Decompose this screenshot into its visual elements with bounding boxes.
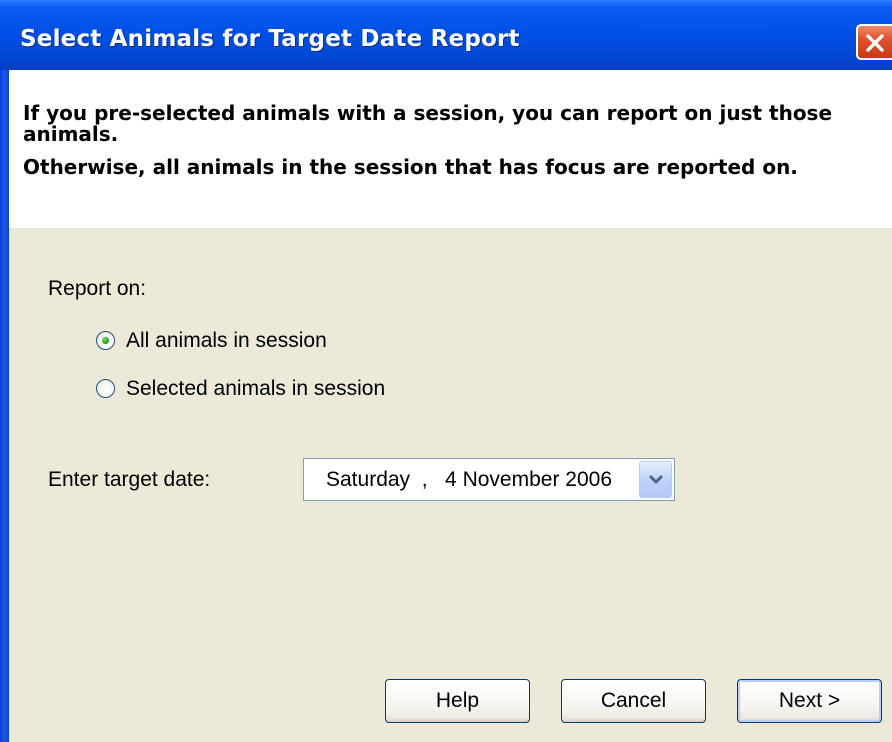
- close-button[interactable]: [856, 24, 892, 60]
- cancel-button[interactable]: Cancel: [561, 679, 706, 723]
- dialog-window: Select Animals for Target Date Report If…: [0, 0, 892, 742]
- window-title: Select Animals for Target Date Report: [20, 26, 520, 52]
- help-button[interactable]: Help: [385, 679, 530, 723]
- date-dropdown-button[interactable]: [639, 461, 672, 498]
- radio-selected-dot: [102, 337, 109, 344]
- instruction-line-1: If you pre-selected animals with a sessi…: [23, 101, 833, 125]
- dialog-body: Report on: All animals in session Select…: [9, 228, 892, 742]
- radio-all-animals-label[interactable]: All animals in session: [126, 329, 327, 353]
- target-date-label: Enter target date:: [48, 468, 211, 491]
- target-date-picker[interactable]: Saturday , 4 November 2006: [303, 458, 675, 501]
- header-panel: If you pre-selected animals with a sessi…: [9, 70, 892, 228]
- report-on-label: Report on:: [48, 277, 147, 300]
- chevron-down-icon: [649, 475, 663, 484]
- title-bar[interactable]: Select Animals for Target Date Report: [0, 0, 892, 70]
- instruction-line-2: animals.: [23, 122, 119, 146]
- radio-all-animals[interactable]: [96, 331, 115, 350]
- next-button[interactable]: Next >: [737, 679, 882, 723]
- radio-selected-animals-label[interactable]: Selected animals in session: [126, 377, 385, 401]
- window-frame-left: [0, 70, 9, 742]
- radio-selected-animals[interactable]: [96, 379, 115, 398]
- target-date-value[interactable]: Saturday , 4 November 2006: [326, 468, 612, 492]
- instruction-line-3: Otherwise, all animals in the session th…: [23, 155, 798, 179]
- close-icon: [866, 34, 884, 52]
